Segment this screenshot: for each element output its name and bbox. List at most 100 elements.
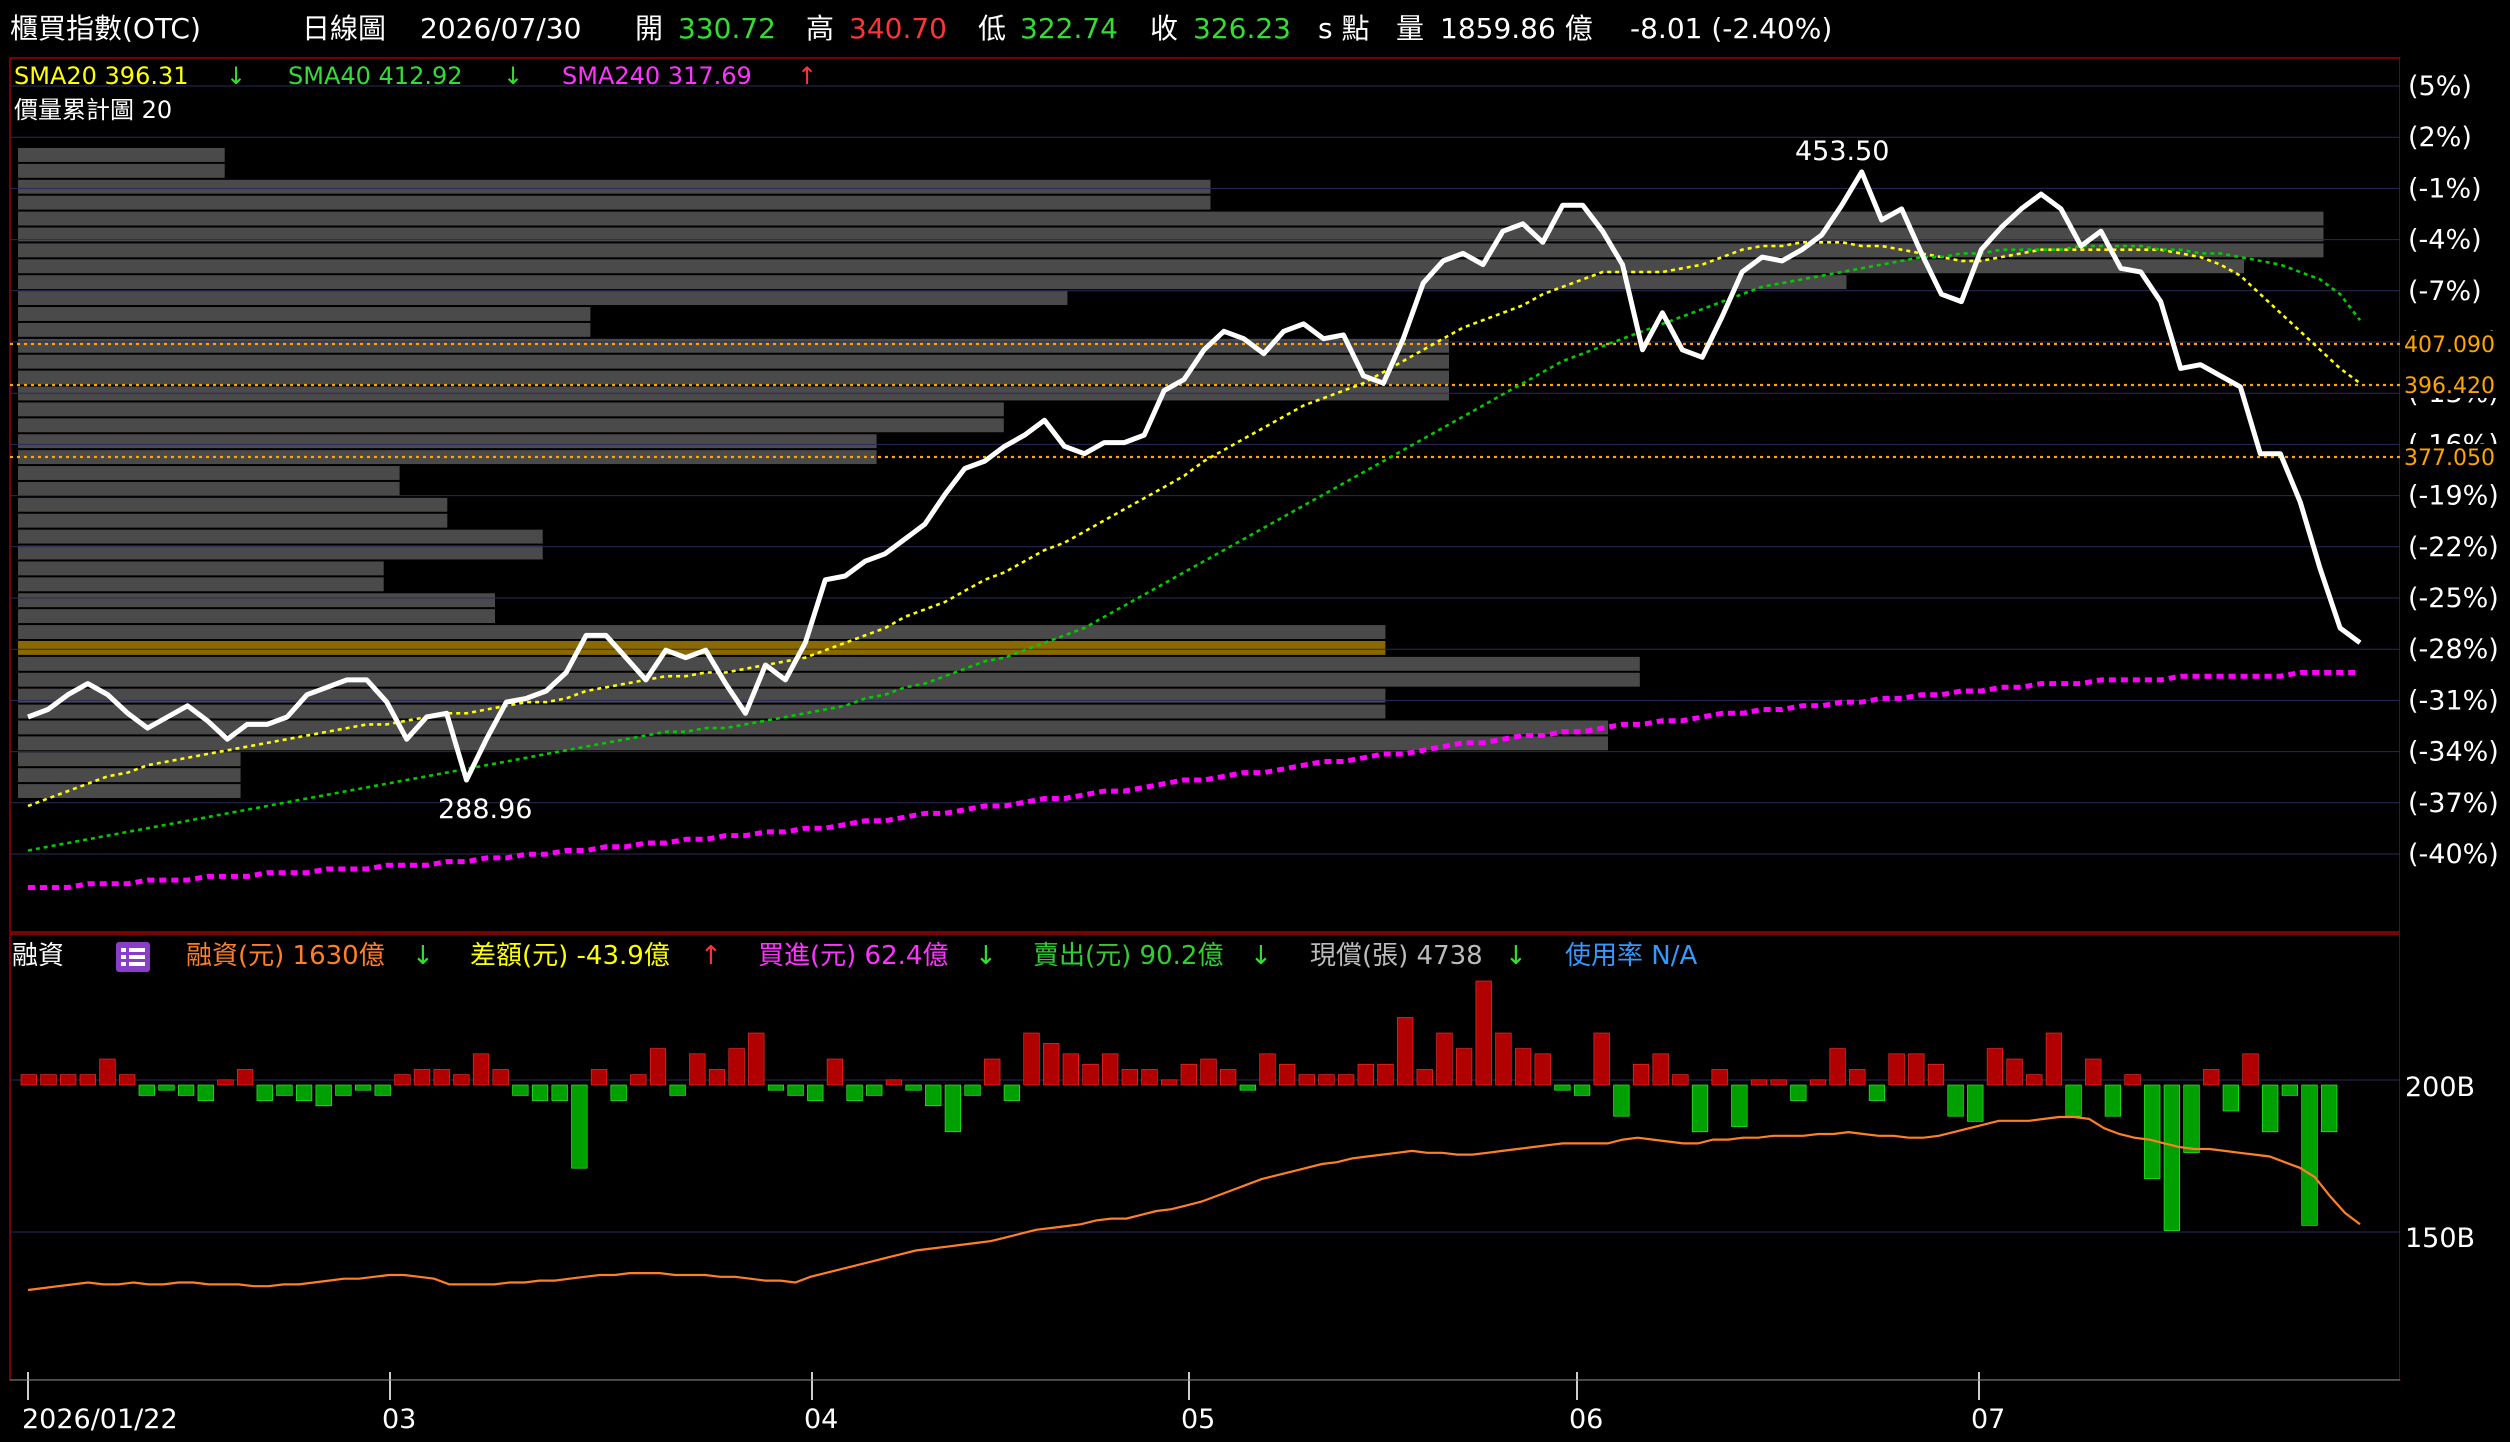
margin-up-bar: [217, 1079, 234, 1086]
margin-down-bar: [276, 1084, 293, 1096]
volume-value: 1859.86 億: [1440, 12, 1593, 45]
margin-down-bar: [158, 1084, 175, 1091]
margin-up-bar: [492, 1069, 509, 1086]
margin-up-bar: [1711, 1069, 1728, 1086]
margin-up-bar: [60, 1074, 77, 1086]
margin-up-bar: [2026, 1074, 2043, 1086]
profile-bar: [18, 434, 877, 449]
x-tick-label: 03: [382, 1404, 416, 1435]
margin-up-bar: [2085, 1058, 2102, 1086]
margin-up-bar: [1593, 1032, 1610, 1086]
margin-down-bar: [1003, 1084, 1021, 1101]
open-value: 330.72: [678, 12, 776, 45]
margin-down-bar: [2222, 1084, 2239, 1112]
margin-up-bar: [1220, 1069, 1237, 1086]
margin-down-bar: [787, 1084, 804, 1096]
profile-bar: [18, 513, 448, 528]
margin-up-bar: [1632, 1063, 1650, 1086]
margin-up-bar: [2242, 1053, 2259, 1086]
y-tick-label: (-31%): [2408, 685, 2499, 716]
margin-down-bar: [2183, 1084, 2200, 1153]
y-tick-label: (5%): [2408, 71, 2472, 102]
right-axis-bg: [2400, 58, 2510, 1380]
margin-down-bar: [669, 1084, 686, 1096]
margin-down-bar: [1868, 1084, 1886, 1101]
margin-legend: 融資(元) 1630億: [186, 941, 385, 971]
price-level-label: 407.090: [2404, 333, 2495, 358]
margin-down-bar: [2163, 1084, 2181, 1231]
instrument-title: 櫃買指數(OTC): [10, 12, 201, 45]
profile-bar: [18, 593, 495, 608]
margin-up-bar: [1829, 1048, 1846, 1086]
profile-bar: [18, 338, 1449, 353]
profile-bar: [18, 672, 1640, 687]
margin-down-bar: [1731, 1084, 1748, 1127]
margin-up-bar: [453, 1074, 470, 1086]
margin-up-bar: [1534, 1053, 1551, 1086]
sub-title: 融資: [12, 941, 64, 971]
margin-up-bar: [2203, 1069, 2220, 1086]
x-tick-label: 05: [1181, 1404, 1215, 1435]
x-axis: 2026/01/22 03 04 05 06 07: [10, 1372, 2400, 1442]
margin-up-bar: [236, 1069, 254, 1086]
margin-down-bar: [1967, 1084, 1984, 1122]
sma40-legend: SMA40 412.92: [288, 62, 463, 90]
margin-down-bar: [197, 1084, 214, 1101]
margin-up-bar: [984, 1058, 1001, 1086]
sell-legend: 賣出(元) 90.2億: [1033, 941, 1223, 971]
margin-up-bar: [1121, 1069, 1138, 1086]
margin-up-bar: [1161, 1079, 1178, 1086]
margin-down-bar: [1613, 1084, 1630, 1117]
margin-down-bar: [925, 1084, 942, 1107]
sub-y-tick-label: 200B: [2405, 1072, 2475, 1103]
price-level-label: 377.050: [2404, 446, 2495, 471]
diff-arrow: ↑: [700, 941, 722, 971]
margin-up-bar: [1200, 1058, 1217, 1086]
margin-down-bar: [531, 1084, 549, 1101]
margin-down-bar: [2065, 1084, 2082, 1117]
margin-down-bar: [2262, 1084, 2279, 1133]
margin-up-bar: [433, 1069, 450, 1086]
y-tick-label: (-7%): [2408, 276, 2482, 307]
y-tick-label: (-34%): [2408, 737, 2499, 768]
margin-down-bar: [1239, 1084, 1256, 1091]
margin-down-bar: [2321, 1084, 2338, 1133]
sub-legend: 融資 融資(元) 1630億 ↓ 差額(元) -43.9億 ↑ 買進(元) 62…: [12, 941, 1697, 972]
volume-profile-legend: 價量累計圖 20: [14, 96, 172, 124]
sma40-arrow: ↓: [503, 62, 523, 90]
margin-up-bar: [1279, 1063, 1296, 1086]
profile-bar: [18, 163, 225, 178]
margin-down-bar: [512, 1084, 529, 1096]
margin-up-bar: [590, 1069, 608, 1086]
profile-bar: [18, 195, 1211, 210]
margin-up-bar: [1455, 1048, 1473, 1086]
margin-up-bar: [1436, 1032, 1453, 1086]
margin-up-bar: [1750, 1079, 1768, 1086]
margin-up-bar: [472, 1053, 490, 1086]
x-tick-label: 07: [1971, 1404, 2005, 1435]
x-tick-label: 06: [1569, 1404, 1603, 1435]
profile-bar: [18, 179, 1211, 194]
open-label: 開: [635, 12, 663, 45]
sma240-arrow: ↑: [797, 62, 817, 90]
margin-up-bar: [1927, 1063, 1945, 1086]
margin-down-bar: [295, 1084, 313, 1101]
margin-up-bar: [1770, 1079, 1787, 1086]
repay-legend: 現償(張) 4738: [1310, 941, 1483, 971]
y-tick-label: (-22%): [2408, 532, 2499, 563]
profile-bar: [18, 370, 1449, 385]
profile-bar: [18, 466, 400, 480]
margin-up-bar: [1318, 1074, 1335, 1086]
list-icon[interactable]: [116, 942, 150, 972]
profile-bar: [18, 577, 384, 592]
margin-up-bar: [689, 1053, 706, 1086]
x-tick-label: 2026/01/22: [22, 1404, 178, 1435]
margin-down-bar: [2281, 1084, 2298, 1096]
margin-up-bar: [1475, 980, 1492, 1086]
profile-bar: [18, 545, 543, 560]
sub-y-tick-label: 150B: [2405, 1223, 2475, 1254]
margin-down-bar: [1691, 1084, 1709, 1133]
profile-bar: [18, 291, 1068, 306]
close-label: 收: [1150, 12, 1178, 45]
margin-up-bar: [1652, 1053, 1669, 1086]
